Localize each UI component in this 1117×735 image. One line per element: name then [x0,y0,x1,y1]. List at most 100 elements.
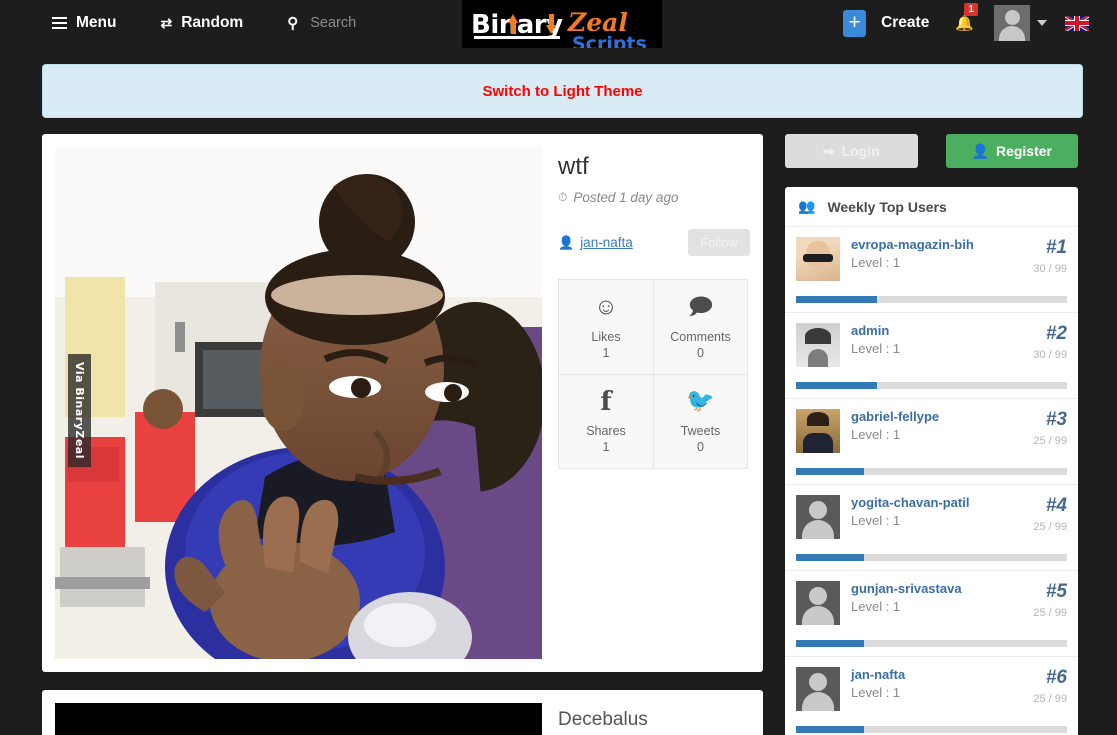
stat-shares[interactable]: f Shares 1 [558,374,653,469]
list-item[interactable]: gabriel-fellype Level : 1 #3 25 / 99 [785,399,1078,485]
top-navbar: Menu ⇄ Random ⚲ Binary Zeal Scripts + Cr… [0,0,1117,48]
user-name[interactable]: gunjan-srivastava [851,581,1003,596]
avatar [796,495,840,539]
user-score: 25 / 99 [1033,435,1067,447]
list-item[interactable]: gunjan-srivastava Level : 1 #5 25 / 99 [785,571,1078,657]
list-item[interactable]: evropa-magazin-bih Level : 1 #1 30 / 99 [785,227,1078,313]
menu-label: Menu [76,14,117,31]
user-icon: 👤 [558,234,575,250]
list-item[interactable]: admin Level : 1 #2 30 / 99 [785,313,1078,399]
sign-in-icon: ➡ [822,142,835,159]
user-name[interactable]: gabriel-fellype [851,409,1003,424]
post-meta: ⏱ Posted 1 day ago [558,190,750,205]
avatar [796,409,840,453]
user-rank: #5 [1045,581,1067,602]
follow-button[interactable]: Follow [688,229,750,256]
menu-button[interactable]: Menu [52,14,138,32]
page-content: Via BinaryZeal wtf ⏱ Posted 1 day ago 👤 … [0,118,1117,735]
stat-shares-value: 1 [602,440,610,454]
create-plus-button[interactable]: + [843,9,867,37]
next-post-image[interactable] [55,703,542,735]
user-level: Level : 1 [851,685,901,700]
user-score: 30 / 99 [1033,349,1067,361]
user-score: 25 / 99 [1033,607,1067,619]
login-button[interactable]: ➡ Login [785,134,918,168]
post-stats-grid: ☺ Likes 1 🗩 Comments 0 f Shares 1 🐦 Twee… [558,279,748,469]
progress-bar [796,382,1067,389]
user-level: Level : 1 [851,427,901,442]
next-post-title: Decebalus [558,709,648,730]
user-level: Level : 1 [851,255,901,270]
random-button[interactable]: ⇄ Random [138,14,265,32]
weekly-top-users-title: Weekly Top Users [827,198,947,215]
user-level: Level : 1 [851,599,901,614]
user-score: 30 / 99 [1033,263,1067,275]
avatar[interactable] [994,5,1030,41]
user-rank: #1 [1045,237,1067,258]
avatar [796,667,840,711]
shuffle-icon: ⇄ [160,14,173,31]
next-post-card[interactable]: Decebalus [42,690,763,735]
user-rank: #6 [1045,667,1067,688]
user-rank: #2 [1045,323,1067,344]
clock-icon: ⏱ [558,190,568,204]
user-level: Level : 1 [851,513,901,528]
auth-buttons: ➡ Login 👤 Register [785,134,1078,168]
post-posted-text: Posted 1 day ago [573,190,679,205]
post-body: wtf ⏱ Posted 1 day ago 👤 jan-nafta Follo… [542,147,750,659]
arrow-down-icon [546,24,556,34]
progress-bar [796,640,1067,647]
twitter-icon: 🐦 [686,387,715,413]
nav-left-group: Menu ⇄ Random ⚲ [0,14,491,32]
user-name[interactable]: admin [851,323,1003,338]
list-item[interactable]: jan-nafta Level : 1 #6 25 / 99 [785,657,1078,735]
language-flag-icon[interactable] [1065,15,1089,31]
chevron-down-icon[interactable] [1037,20,1047,26]
arrow-down-stem-icon [548,13,554,26]
user-add-icon: 👤 [971,142,989,159]
list-item[interactable]: yogita-chavan-patil Level : 1 #4 25 / 99 [785,485,1078,571]
arrow-up-stem-icon [510,21,516,34]
post-image-graphic [55,147,542,659]
stat-tweets-value: 0 [697,440,704,454]
logo-underline [474,35,560,39]
switch-theme-banner[interactable]: Switch to Light Theme [42,64,1083,118]
smiley-icon: ☺ [594,292,618,319]
notification-badge: 1 [964,2,978,16]
register-label: Register [995,143,1052,159]
facebook-icon: f [600,387,612,417]
user-name[interactable]: evropa-magazin-bih [851,237,1003,252]
register-button[interactable]: 👤 Register [945,134,1078,168]
post-author-row: 👤 jan-nafta Follow [558,229,750,256]
site-logo[interactable]: Binary Zeal Scripts [462,0,662,48]
weekly-top-users-panel: 👥 Weekly Top Users evropa-magazin-bih Le… [785,187,1078,735]
post-image[interactable]: Via BinaryZeal [55,147,542,659]
avatar [796,323,840,367]
avatar-head [1005,10,1020,25]
create-button[interactable]: Create [881,14,929,32]
main-column: Via BinaryZeal wtf ⏱ Posted 1 day ago 👤 … [42,134,763,735]
stat-comments[interactable]: 🗩 Comments 0 [653,279,748,374]
watermark-label: Via BinaryZeal [68,354,91,467]
progress-bar [796,726,1067,733]
sidebar: ➡ Login 👤 Register 👥 Weekly Top Users ev… [785,134,1078,735]
comment-icon: 🗩 [687,292,714,319]
user-name[interactable]: jan-nafta [851,667,1003,682]
post-author-link[interactable]: jan-nafta [580,235,633,250]
nav-right-group: + Create 🔔 1 [843,0,1089,46]
user-score: 25 / 99 [1033,693,1067,705]
bell-icon: 🔔 [955,14,974,32]
post-media[interactable]: Via BinaryZeal [55,147,542,659]
post-title: wtf [558,153,589,180]
notifications-button[interactable]: 🔔 1 [955,2,978,33]
user-score: 25 / 99 [1033,521,1067,533]
user-name[interactable]: yogita-chavan-patil [851,495,1003,510]
avatar [796,237,840,281]
stat-comments-value: 0 [697,345,704,360]
search-area[interactable]: ⚲ [265,14,491,32]
stat-comments-label: Comments [670,329,731,344]
stat-likes[interactable]: ☺ Likes 1 [558,279,653,374]
hamburger-icon [52,17,67,29]
post-card: Via BinaryZeal wtf ⏱ Posted 1 day ago 👤 … [42,134,763,672]
stat-tweets[interactable]: 🐦 Tweets 0 [653,374,748,469]
